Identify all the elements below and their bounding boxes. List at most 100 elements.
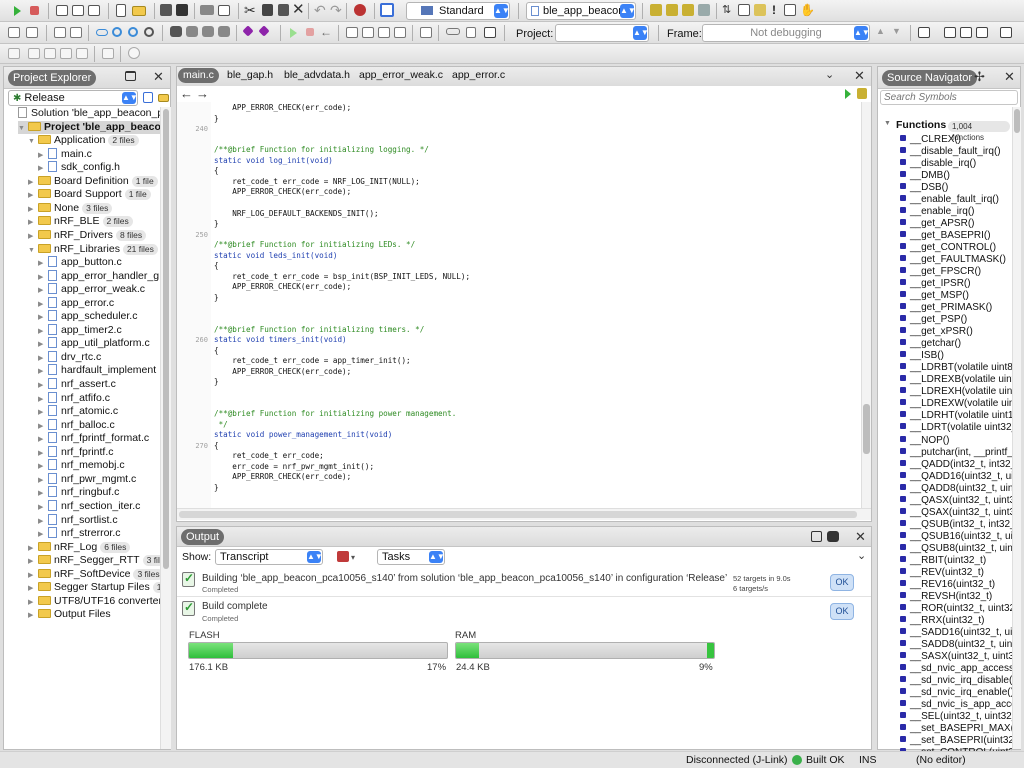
code-line[interactable]: static void log_init(void) [214,156,333,167]
glasses-icon[interactable] [446,28,460,35]
ok-button[interactable]: OK [830,603,854,620]
editor-scroll-thumb[interactable] [863,404,870,454]
chevron-collapsed-icon[interactable]: ▶ [38,338,48,352]
tree-solution[interactable]: Solution 'ble_app_beacon_pca1 [8,107,160,121]
function-item[interactable]: __DMB() [900,170,1012,182]
function-item[interactable]: __LDREXB(volatile uint [900,374,1012,386]
properties-icon[interactable] [143,92,153,103]
copy-icon[interactable] [262,4,273,16]
chevron-collapsed-icon[interactable]: ▶ [38,420,48,434]
rebuild-icon[interactable] [72,5,84,16]
chevron-collapsed-icon[interactable]: ▶ [28,230,38,244]
function-item[interactable]: __DSB() [900,182,1012,194]
function-item[interactable]: __enable_irq() [900,206,1012,218]
next-icon[interactable] [918,27,930,38]
function-item[interactable]: __RBIT(uint32_t) [900,555,1012,567]
output-window-icon[interactable] [811,531,822,542]
insert-mode[interactable]: INS [859,753,877,767]
window-icon-b[interactable] [960,27,972,38]
code-line[interactable]: /**@brief Function for initializing LEDs… [214,240,415,251]
function-item[interactable]: __set_BASEPRI(uint32 [900,735,1012,747]
function-item[interactable]: __LDRHT(volatile uint1 [900,410,1012,422]
find-next-icon[interactable] [112,27,122,37]
binoculars-icon[interactable] [827,531,839,542]
project-tree-scroll-thumb[interactable] [163,109,169,569]
editor-horizontal-scrollbar[interactable] [177,508,871,520]
code-line[interactable]: ret_code_t err_code = bsp_init(BSP_INIT_… [214,272,470,283]
tree-file[interactable]: ▶ nrf_balloc.c [38,418,115,434]
code-line[interactable]: APP_ERROR_CHECK(err_code); [214,472,351,483]
step-into-icon[interactable] [346,27,358,38]
find-all-icon[interactable] [218,26,230,37]
chevron-collapsed-icon[interactable]: ▶ [38,284,48,298]
folder-icon[interactable] [158,94,169,102]
bookmark-toggle-icon[interactable] [650,4,662,16]
dock-icon[interactable] [484,27,496,38]
cut-icon[interactable]: ✂ [244,3,256,17]
code-line[interactable]: } [214,377,219,388]
chevron-collapsed-icon[interactable]: ▶ [28,555,38,569]
build-status[interactable]: Built OK [806,753,845,767]
function-item[interactable]: __SASX(uint32_t, uint3 [900,651,1012,663]
tree-file[interactable]: ▶ drv_rtc.c [38,350,101,365]
chevron-collapsed-icon[interactable]: ▶ [38,487,48,501]
outdent-icon[interactable] [8,27,20,38]
chevron-collapsed-icon[interactable]: ▶ [38,433,48,447]
function-item[interactable]: __get_APSR() [900,218,1012,230]
delete-icon[interactable]: ✕ [292,2,305,17]
function-item[interactable]: __sd_nvic_is_app_acce [900,699,1012,711]
tree-folder[interactable]: ▶ Output Files [28,608,111,622]
function-item[interactable]: __SADD8(uint32_t, uint [900,639,1012,651]
function-item[interactable]: __QSUB8(uint32_t, uint [900,543,1012,555]
function-item[interactable]: __get_xPSR() [900,326,1012,338]
stop-icon[interactable] [30,6,39,15]
function-item[interactable]: __CLREX() [900,134,1012,146]
show-select[interactable]: Transcript ▲▼ [215,549,323,565]
show-next-statement-icon[interactable] [420,27,432,38]
function-item[interactable]: __getchar() [900,338,1012,350]
debug-tool-icon-5[interactable] [76,48,88,59]
warning-icon[interactable]: ! [772,3,776,17]
code-line[interactable]: APP_ERROR_CHECK(err_code); [214,103,351,114]
function-item[interactable]: __ROR(uint32_t, uint32 [900,603,1012,615]
flag-icon[interactable] [466,27,476,38]
chevron-collapsed-icon[interactable]: ▶ [38,501,48,515]
chevron-collapsed-icon[interactable]: ▶ [38,393,48,407]
tree-file[interactable]: ▶ nrf_ringbuf.c [38,486,119,500]
tree-folder[interactable]: ▶ nRF_Segger_RTT3 files [28,554,160,568]
function-item[interactable]: __disable_irq() [900,158,1012,170]
code-area[interactable]: APP_ERROR_CHECK(err_code);} 240 /**@brief … [177,102,861,508]
project-combo[interactable]: ble_app_beacon ▲▼ [526,2,636,20]
chevron-expanded-icon[interactable]: ▼ [28,244,38,258]
editor-tab[interactable]: app_error_weak.c [359,68,443,83]
undo-icon[interactable]: ↶ [314,2,326,19]
frame-up-icon[interactable]: ▲ [876,26,885,36]
tree-folder[interactable]: ▶ None 3 files [28,202,113,216]
window-icon-c[interactable] [976,27,988,38]
chevron-collapsed-icon[interactable]: ▶ [28,569,38,583]
function-item[interactable]: __RRX(uint32_t) [900,615,1012,627]
collapse-chevron-icon[interactable]: ⌄ [857,549,866,562]
bookmark-clear-icon[interactable] [698,4,710,16]
function-item[interactable]: __SEL(uint32_t, uint32_ [900,711,1012,723]
sort-icon[interactable]: ⇅ [722,3,731,16]
debug-tool-icon-4[interactable] [60,48,72,59]
function-item[interactable]: __QASX(uint32_t, uint3 [900,495,1012,507]
refresh-icon[interactable] [128,47,140,59]
function-item[interactable]: __LDREXH(volatile uint [900,386,1012,398]
code-line[interactable]: ret_code_t err_code = app_timer_init(); [214,356,410,367]
chevron-collapsed-icon[interactable]: ▶ [28,609,38,623]
comment-icon[interactable] [54,27,66,38]
tree-folder[interactable]: ▼ nRF_Libraries 21 files [28,243,158,257]
chevron-collapsed-icon[interactable]: ▶ [38,325,48,339]
editor-tab[interactable]: ble_gap.h [227,68,273,83]
code-line[interactable]: } [214,219,219,230]
code-line[interactable]: static void power_management_init(void) [214,430,392,441]
chevron-collapsed-icon[interactable]: ▶ [38,162,48,176]
chevron-collapsed-icon[interactable]: ▶ [38,379,48,393]
tree-folder[interactable]: ▶ nRF_Drivers 8 files [28,229,147,244]
code-line[interactable]: /**@brief Function for initializing logg… [214,145,429,156]
align-icon[interactable] [738,4,750,16]
chevron-collapsed-icon[interactable]: ▶ [38,460,48,474]
function-item[interactable]: __sd_nvic_app_access [900,663,1012,675]
